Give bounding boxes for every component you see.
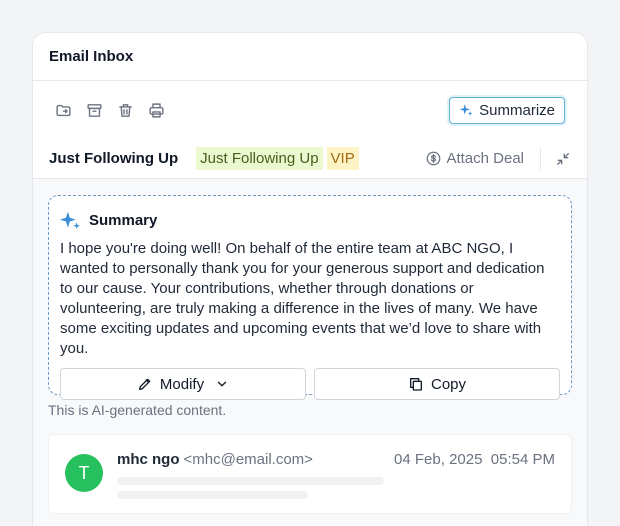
email-message-card[interactable]: T mhc ngo <mhc@email.com> 04 Feb, 2025 05… xyxy=(48,434,572,514)
summary-text: I hope you're doing well! On behalf of t… xyxy=(60,240,545,357)
sparkle-icon xyxy=(459,103,473,117)
email-message-body: mhc ngo <mhc@email.com> 04 Feb, 2025 05:5… xyxy=(117,451,555,513)
sparkle-icon xyxy=(60,210,81,231)
email-content-area: Summary I hope you're doing well! On beh… xyxy=(33,179,587,526)
panel-header: Email Inbox xyxy=(33,33,587,81)
toolbar-icons xyxy=(55,102,165,119)
copy-label: Copy xyxy=(430,375,467,393)
copy-button[interactable]: Copy xyxy=(314,368,560,400)
sender-name: mhc ngo xyxy=(117,451,180,468)
preview-skeleton-line xyxy=(117,477,384,485)
email-inbox-panel: Email Inbox Summarize Just Following Up xyxy=(32,32,588,526)
preview-skeleton-line xyxy=(117,491,308,499)
subject-row: Just Following Up Just Following Up VIP … xyxy=(33,139,587,179)
trash-icon[interactable] xyxy=(117,102,134,119)
pencil-icon xyxy=(137,376,153,392)
modify-button[interactable]: Modify xyxy=(60,368,306,400)
print-icon[interactable] xyxy=(148,102,165,119)
sender-email: <mhc@email.com> xyxy=(183,451,313,468)
summarize-button[interactable]: Summarize xyxy=(449,96,565,124)
collapse-icon[interactable] xyxy=(555,151,571,167)
archive-icon[interactable] xyxy=(86,102,103,119)
email-subject: Just Following Up xyxy=(49,150,179,167)
tag-vip[interactable]: VIP xyxy=(326,147,359,170)
avatar: T xyxy=(65,454,103,492)
move-to-folder-icon[interactable] xyxy=(55,102,72,119)
ai-generated-note: This is AI-generated content. xyxy=(48,402,227,418)
summarize-label: Summarize xyxy=(479,101,555,119)
summary-actions: Modify Copy xyxy=(60,368,560,400)
sender: mhc ngo <mhc@email.com> xyxy=(117,451,313,469)
attach-deal-button[interactable]: Attach Deal xyxy=(426,150,524,167)
email-toolbar: Summarize xyxy=(33,81,587,139)
email-meta: mhc ngo <mhc@email.com> 04 Feb, 2025 05:5… xyxy=(117,451,555,469)
modify-label: Modify xyxy=(159,375,205,393)
summary-header: Summary xyxy=(60,210,560,231)
chevron-down-icon xyxy=(215,377,229,391)
email-date: 04 Feb, 2025 05:54 PM xyxy=(394,451,555,468)
ai-summary-box: Summary I hope you're doing well! On beh… xyxy=(48,195,572,400)
summary-title: Summary xyxy=(89,212,158,229)
attach-deal-label: Attach Deal xyxy=(446,150,524,167)
dollar-icon xyxy=(426,151,441,166)
divider xyxy=(540,147,541,170)
copy-icon xyxy=(408,376,424,392)
panel-title: Email Inbox xyxy=(49,48,134,65)
tag-just-following-up[interactable]: Just Following Up xyxy=(196,147,323,170)
